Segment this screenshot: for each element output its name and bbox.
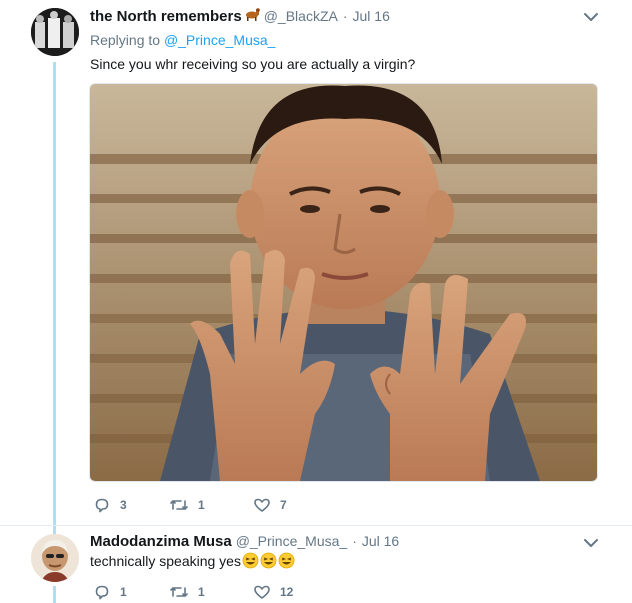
- replying-to: Replying to @_Prince_Musa_: [90, 32, 275, 48]
- author-name[interactable]: the North remembers: [90, 8, 242, 25]
- like-button[interactable]: 7: [253, 496, 333, 514]
- tweet-text: Since you whr receiving so you are actua…: [90, 56, 416, 72]
- heart-icon: [253, 583, 271, 601]
- tweet-text: technically speaking yes: [90, 553, 241, 569]
- reply-icon: [93, 496, 111, 514]
- tweet-actions: 3 1 7: [93, 496, 333, 514]
- retweet-button[interactable]: 1: [169, 583, 253, 601]
- author-name[interactable]: Madodanzima Musa: [90, 533, 232, 550]
- like-count: 12: [280, 585, 294, 599]
- laughing-emoji-icon: [278, 552, 295, 572]
- reply-icon: [93, 583, 111, 601]
- chevron-down-icon[interactable]: [582, 534, 600, 552]
- tweet-header: the North remembers @_BlackZA · Jul 16: [90, 7, 390, 25]
- reply-count: 3: [120, 498, 127, 512]
- replying-to-handle-link[interactable]: @_Prince_Musa_: [164, 32, 276, 48]
- heart-icon: [253, 496, 271, 514]
- author-handle[interactable]: @_Prince_Musa_: [236, 533, 348, 549]
- tweet-text-row: technically speaking yes: [90, 552, 295, 572]
- reply-button[interactable]: 3: [93, 496, 169, 514]
- tweet-timestamp[interactable]: Jul 16: [353, 8, 390, 24]
- retweet-count: 1: [198, 498, 205, 512]
- avatar[interactable]: [31, 534, 79, 582]
- like-button[interactable]: 12: [253, 583, 333, 601]
- retweet-icon: [169, 583, 189, 601]
- author-handle[interactable]: @_BlackZA: [264, 8, 338, 24]
- separator-dot: ·: [342, 8, 348, 24]
- tweet-header: Madodanzima Musa @_Prince_Musa_ · Jul 16: [90, 533, 399, 550]
- reply-count: 1: [120, 585, 127, 599]
- like-count: 7: [280, 498, 287, 512]
- retweet-count: 1: [198, 585, 205, 599]
- replying-to-label: Replying to: [90, 32, 161, 48]
- laughing-emoji-icon: [260, 552, 277, 572]
- thread-connector-line: [53, 586, 56, 603]
- reply-button[interactable]: 1: [93, 583, 169, 601]
- avatar[interactable]: [31, 8, 79, 56]
- chevron-down-icon[interactable]: [582, 8, 600, 26]
- retweet-icon: [169, 496, 189, 514]
- tweet-1[interactable]: the North remembers @_BlackZA · Jul 16 R…: [0, 0, 632, 525]
- separator-dot: ·: [352, 533, 357, 549]
- tweet-2[interactable]: Madodanzima Musa @_Prince_Musa_ · Jul 16…: [0, 526, 632, 603]
- tweet-actions: 1 1 12: [93, 583, 333, 601]
- laughing-emoji-icon: [242, 552, 259, 572]
- horse-emoji-icon: [244, 7, 260, 25]
- tweet-timestamp[interactable]: Jul 16: [362, 533, 399, 549]
- tweet-photo[interactable]: [89, 83, 598, 482]
- retweet-button[interactable]: 1: [169, 496, 253, 514]
